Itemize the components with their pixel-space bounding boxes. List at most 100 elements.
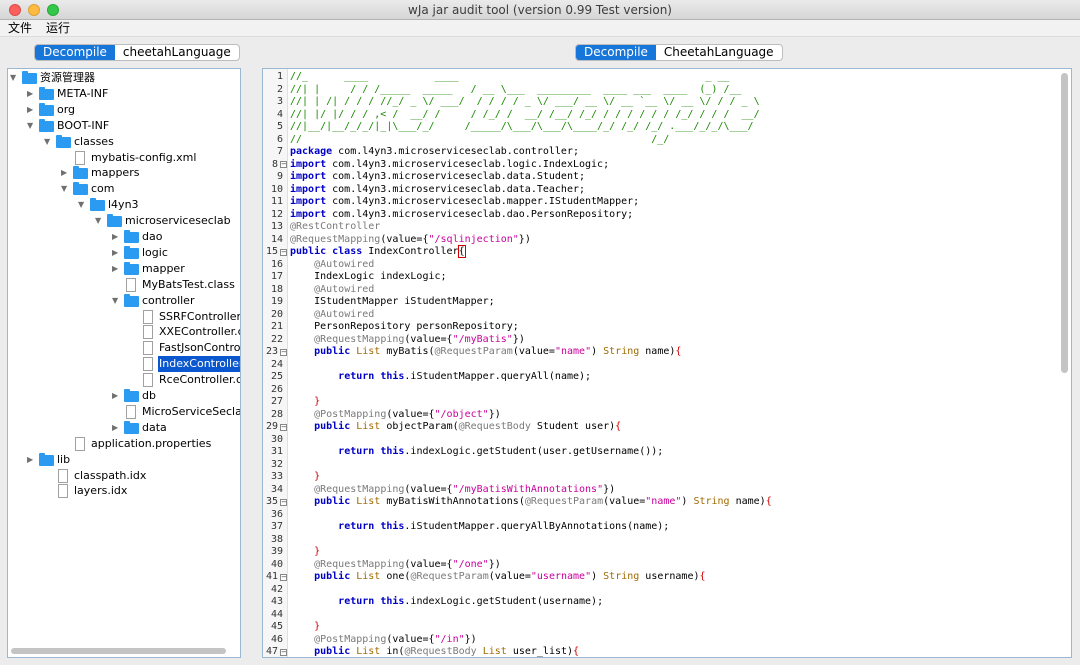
code-token: } [314,546,321,557]
fold-toggle-icon[interactable]: − [280,648,287,656]
tree-item[interactable]: ▶ mapper [8,261,240,277]
tab-cheetah-language-left[interactable]: cheetahLanguage [115,45,239,60]
collapsed-arrow-icon[interactable]: ▶ [112,261,118,277]
tree-item[interactable]: mybatis-config.xml [8,150,240,166]
tree-item[interactable]: classpath.idx [8,468,240,484]
line-number: 19 [270,296,283,307]
tree-item[interactable]: ▼ microserviceseclab [8,213,240,229]
collapsed-arrow-icon[interactable]: ▶ [112,420,118,436]
fold-toggle-icon[interactable]: − [280,348,287,356]
expanded-arrow-icon[interactable]: ▼ [95,213,101,229]
tree-item[interactable]: ▶ org [8,102,240,118]
code-token: "name" [645,496,682,507]
tree-item-label: MyBatsTest.class [142,277,235,291]
tree-item[interactable]: FastJsonController.cl [8,340,240,356]
code-line: public List objectParam(@RequestBody Stu… [290,421,621,434]
fold-toggle-icon[interactable]: − [280,423,287,431]
tree-item[interactable]: RceController.class [8,372,240,388]
line-number: 25 [270,371,283,382]
expanded-arrow-icon[interactable]: ▼ [78,197,84,213]
code-line: IStudentMapper iStudentMapper; [290,296,495,309]
code-token: IndexLogic indexLogic; [290,271,447,282]
code-token: Student user) [530,421,616,432]
tab-decompile-right[interactable]: Decompile [576,45,656,60]
file-icon [143,357,153,372]
folder-icon [39,102,54,116]
tree-item[interactable]: MicroServiceSeclabAppl [8,404,240,420]
code-token: @RequestMapping [290,233,381,245]
tree-item[interactable]: ▼ classes [8,134,240,150]
tree-item[interactable]: ▶ logic [8,245,240,261]
code-token: //| | /| / / / //_/ _ \/ ___/ / / / / _ … [290,96,760,107]
menu-file[interactable]: 文件 [8,20,32,36]
expanded-arrow-icon[interactable]: ▼ [27,118,33,134]
code-line: @PostMapping(value={"/in"}) [290,634,477,647]
code-vertical-scrollbar[interactable] [1061,73,1068,373]
tree-item[interactable]: ▼ BOOT-INF [8,118,240,134]
tree-horizontal-scrollbar[interactable] [11,648,226,654]
code-token: @RequestParam [524,496,604,507]
expanded-arrow-icon[interactable]: ▼ [61,181,67,197]
collapsed-arrow-icon[interactable]: ▶ [112,229,118,245]
expanded-arrow-icon[interactable]: ▼ [44,134,50,150]
file-icon [58,484,68,499]
code-token: List [356,496,381,507]
tree-item[interactable]: ▼ 资源管理器 [8,70,240,86]
line-number: 44 [270,608,283,620]
tree-item[interactable]: ▶ db [8,388,240,404]
tree-item[interactable]: application.properties [8,436,240,452]
code-token: .iStudentMapper.queryAll(name); [404,371,592,382]
collapsed-arrow-icon[interactable]: ▶ [112,245,118,261]
tree-item[interactable]: ▶ mappers [8,165,240,181]
line-number: 9 [276,171,283,182]
tree-item[interactable]: SSRFController.class [8,309,240,325]
tree-item[interactable]: ▶ META-INF [8,86,240,102]
file-icon [143,309,153,324]
code-token: List [482,646,507,657]
fold-toggle-icon[interactable]: − [280,498,287,506]
tab-cheetah-language-right[interactable]: CheetahLanguage [656,45,782,60]
code-token: public [314,571,351,582]
tree-item[interactable]: IndexController.clas [8,356,240,373]
code-line: @RequestMapping(value={"/one"}) [290,559,501,572]
expanded-arrow-icon[interactable]: ▼ [112,293,118,309]
tree-item[interactable]: ▼ l4yn3 [8,197,240,213]
tree-item[interactable]: ▶ lib [8,452,240,468]
code-token: ) [681,496,694,507]
line-number: 27 [270,396,283,407]
tree-item[interactable]: XXEController.class [8,324,240,340]
line-number: 11 [270,196,283,207]
tree-item[interactable]: MyBatsTest.class [8,277,240,293]
tree-item[interactable]: ▶ data [8,420,240,436]
collapsed-arrow-icon[interactable]: ▶ [61,165,67,181]
folder-icon [124,389,139,402]
tree-item[interactable]: ▼ controller [8,293,240,309]
folder-icon [124,245,139,259]
code-token: ) [591,571,604,582]
menu-run[interactable]: 运行 [46,20,70,36]
collapsed-arrow-icon[interactable]: ▶ [27,86,33,102]
collapsed-arrow-icon[interactable]: ▶ [27,452,33,468]
tree-item[interactable]: ▼ com [8,181,240,197]
file-icon [126,404,136,419]
tree-item[interactable]: layers.idx [8,483,240,499]
left-tab-bar: Decompile cheetahLanguage [34,44,240,61]
fold-toggle-icon[interactable]: − [280,161,287,168]
line-number: 15 [265,246,278,257]
fold-toggle-icon[interactable]: − [280,248,287,256]
collapsed-arrow-icon[interactable]: ▶ [112,388,118,404]
fold-toggle-icon[interactable]: − [280,573,287,581]
collapsed-arrow-icon[interactable]: ▶ [27,102,33,118]
tree-item[interactable]: ▶ dao [8,229,240,245]
line-number: 39 [270,546,283,557]
file-icon [143,325,153,340]
tab-decompile-left[interactable]: Decompile [35,45,115,60]
folder-icon [124,230,139,243]
expanded-arrow-icon[interactable]: ▼ [10,70,16,86]
code-token: in( [380,646,405,657]
